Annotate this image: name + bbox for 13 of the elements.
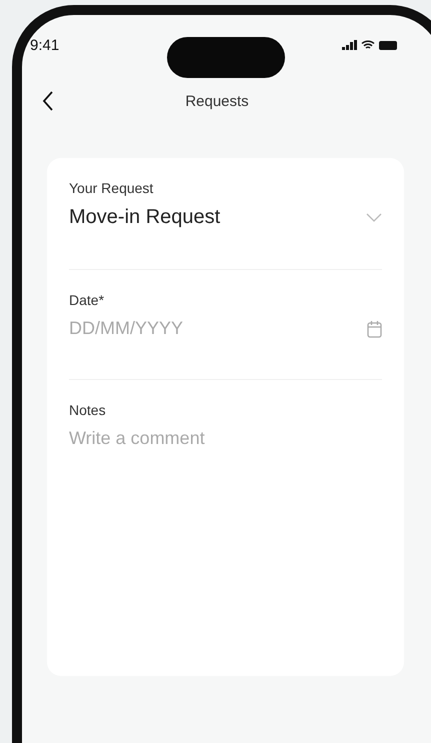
request-type-select[interactable]: Move-in Request <box>69 206 220 229</box>
wifi-icon <box>361 40 375 50</box>
field-label: Notes <box>69 402 107 418</box>
page-title: Requests <box>184 92 250 110</box>
field-label: Date* <box>69 292 106 308</box>
calendar-icon <box>367 320 382 338</box>
field-label: Your Request <box>69 180 154 196</box>
status-time: 9:41 <box>30 37 60 54</box>
date-input-field[interactable]: DD/MM/YYYY <box>69 318 319 339</box>
back-button[interactable] <box>42 91 54 111</box>
signal-icon <box>342 40 357 50</box>
chevron-down-icon <box>366 213 382 222</box>
battery-icon <box>379 40 397 50</box>
